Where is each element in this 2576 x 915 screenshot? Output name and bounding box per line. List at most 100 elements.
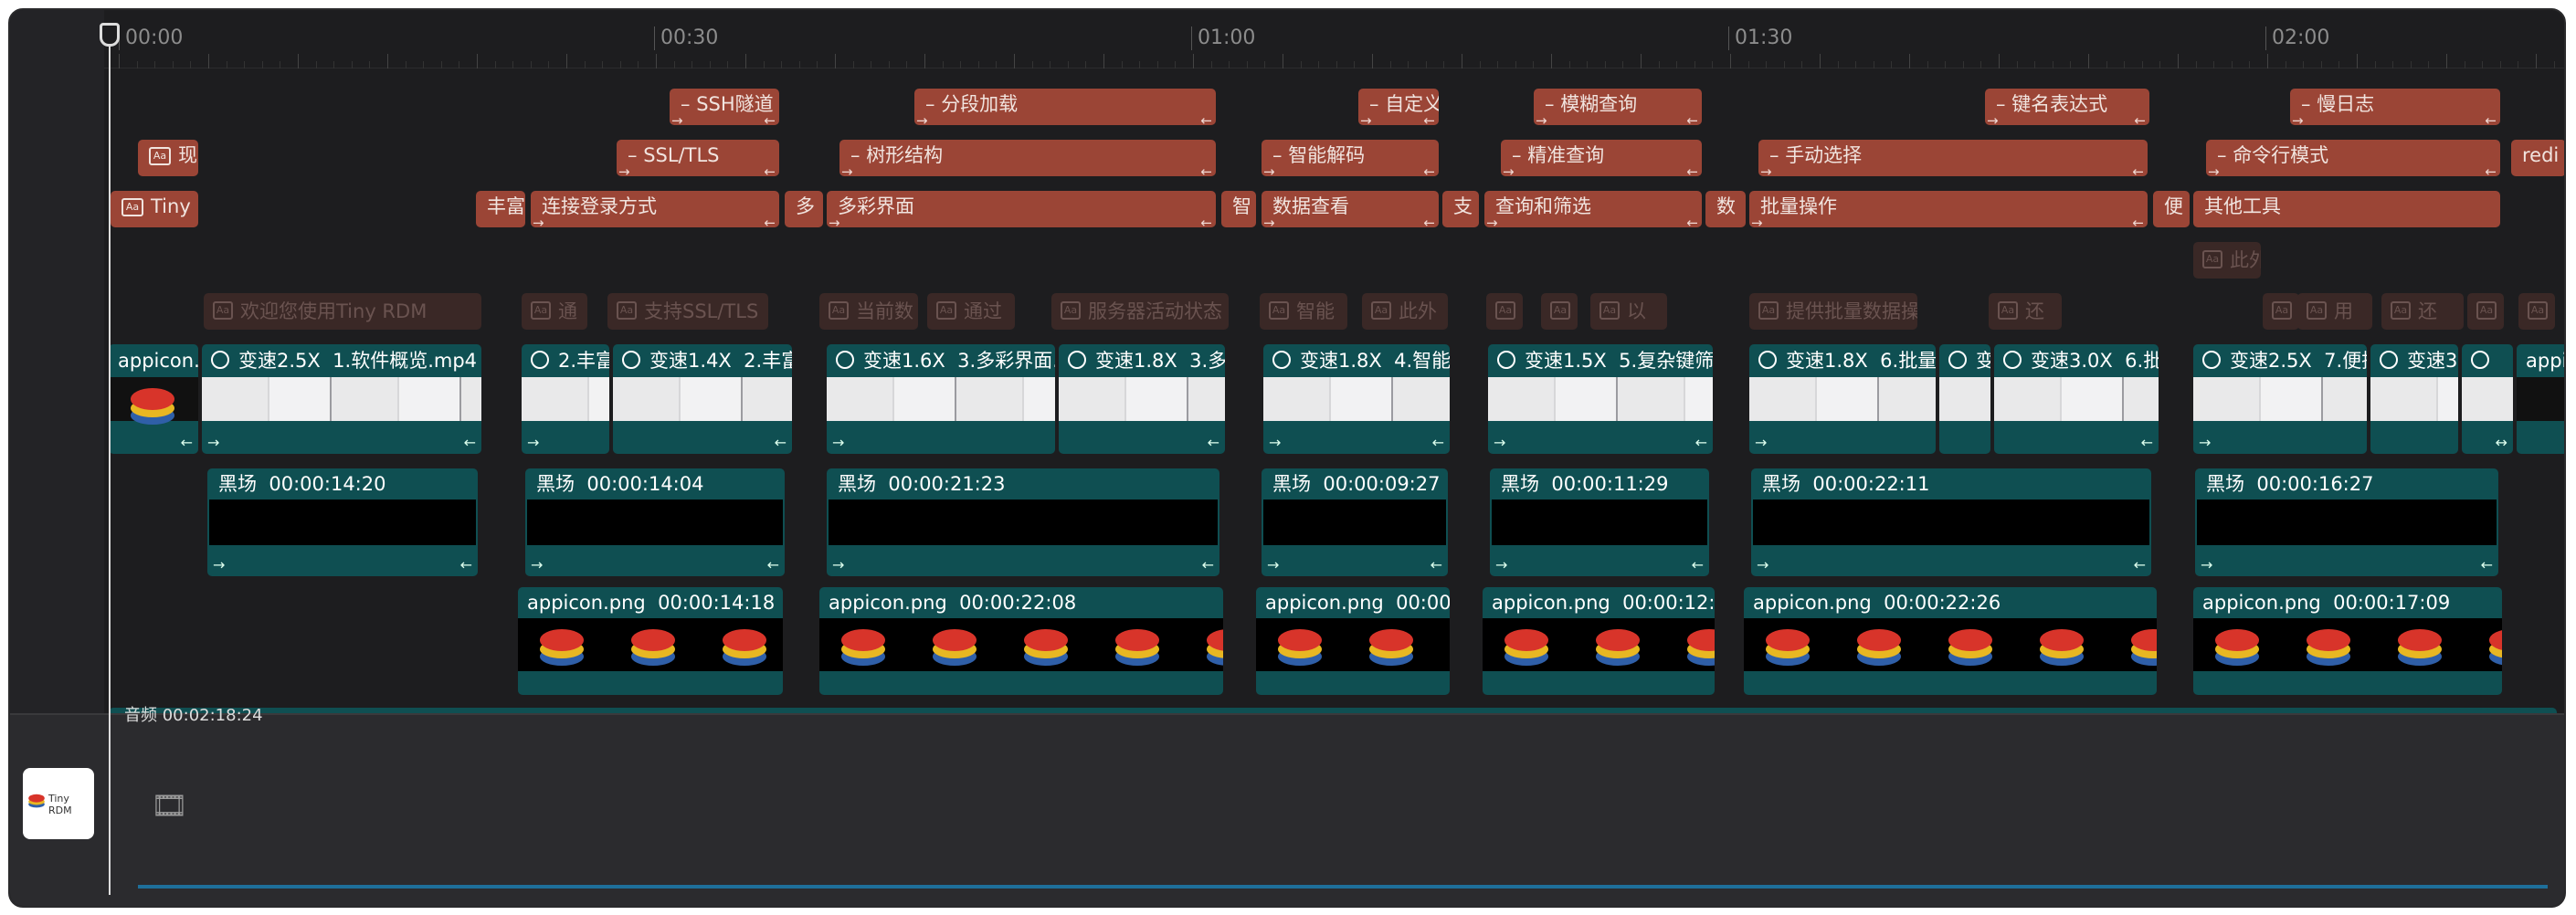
ruler-tick [440,61,442,68]
image-clip[interactable]: appicon.png 00:00:12:16 [1483,587,1715,695]
ruler-tick [1085,61,1087,68]
text-clip[interactable]: 智 [1221,191,1256,227]
disabled-text-clip[interactable]: Aa 智能 [1260,293,1347,330]
video-clip[interactable]: 变速1.8X 3.多彩 ← [1059,344,1225,454]
disabled-text-clip[interactable]: Aa 通过 [927,293,1015,330]
clip-label: appicon.png [2202,592,2321,614]
text-clip[interactable]: 其他工具 [2193,191,2500,227]
black-clip[interactable]: 黑场 00:00:14:04 → ← [525,468,785,576]
black-clip[interactable]: 黑场 00:00:14:20 → ← [207,468,478,576]
clip-label: 变 [1976,350,1990,372]
ruler-tick [1820,54,1821,68]
disabled-text-clip[interactable]: Aa 服务器活动状态 [1051,293,1229,330]
text-clip[interactable]: 多彩界面 → ← [827,191,1216,227]
video-clip[interactable]: appicon.p ← [109,344,198,454]
text-clip[interactable]: 多 [785,191,823,227]
disabled-text-clip[interactable]: Aa 提供批量数据操 [1749,293,1917,330]
clip-duration: 00:00:17:09 [2333,592,2451,614]
image-clip[interactable]: appicon.png 00:00:14:18 [518,587,783,695]
cover-thumbnail[interactable]: Tiny RDM [23,768,94,839]
video-clip[interactable]: 变 [1939,344,1990,454]
text-clip[interactable]: 数 [1705,191,1746,227]
disabled-text-clip[interactable]: Aa 支持SSL/TLS [607,293,768,330]
ruler-label: 00:00 [119,26,183,50]
video-clip[interactable]: 变速3.0X 6.批 ← [1994,344,2159,454]
image-clip[interactable]: appicon.png 00:00:1 [1256,587,1450,695]
disabled-text-clip[interactable]: Aa [1541,293,1578,330]
disabled-text-clip[interactable]: Aa 此外 [2193,242,2261,279]
video-clip[interactable]: 变速1.6X 3.多彩界面.m → [827,344,1055,454]
video-clip[interactable]: 变速1.8X 6.批量 → [1749,344,1936,454]
text-clip[interactable]: – 自定义 → ← [1358,89,1439,125]
video-clip[interactable]: 变速1.5X 5.复杂键筛选 → ← [1488,344,1713,454]
video-clip[interactable]: 变速1.8X 4.智能解 → ← [1263,344,1450,454]
clip-label: Tiny R [151,195,198,217]
text-clip[interactable]: 连接登录方式 → ← [531,191,779,227]
image-strip [1483,618,1715,671]
disabled-text-clip[interactable]: Aa [1486,293,1523,330]
text-clip[interactable]: 数据查看 → ← [1262,191,1439,227]
disabled-text-clip[interactable]: Aa 欢迎您使用Tiny RDM [204,293,481,330]
text-clip[interactable]: – SSL/TLS → ← [617,140,779,176]
text-clip[interactable]: – 智能解码 → ← [1262,140,1439,176]
ruler-tick [1497,61,1499,68]
clip-label: SSL/TLS [643,144,720,166]
black-clip[interactable]: 黑场 00:00:21:23 → ← [827,468,1219,576]
black-clip[interactable]: 黑场 00:00:22:11 → ← [1751,468,2151,576]
text-clip[interactable]: Aa 现 [138,140,198,176]
text-clip[interactable]: – SSH隧道 → ← [670,89,779,125]
video-clip[interactable]: ↔ [2462,344,2513,454]
text-clip[interactable]: – 键名表达式 → ← [1985,89,2149,125]
disabled-text-clip[interactable]: Aa 此外 [1362,293,1448,330]
disabled-text-clip[interactable]: Aa 还 [1989,293,2062,330]
text-clip[interactable]: 查询和筛选 → ← [1484,191,1702,227]
film-icon[interactable]: 🎞 [151,788,188,823]
disabled-text-clip[interactable]: Aa 用 [2297,293,2372,330]
video-clip[interactable]: 2.丰富 → [522,344,609,454]
image-clip[interactable]: appicon.png 00:00:17:09 [2193,587,2502,695]
clip-duration: 00:00:22:11 [1812,473,1930,495]
speed-label: 变速2.5X [238,350,321,372]
video-clip[interactable]: 变速1.4X 2.丰富 ← [613,344,792,454]
playhead-handle[interactable] [100,23,120,47]
video-clip[interactable]: 变速2.5X 1.软件概览.mp4 → ← [202,344,481,454]
text-clip[interactable]: – 精准查询 → ← [1501,140,1702,176]
text-clip[interactable]: – 模糊查询 → ← [1534,89,1702,125]
image-clip[interactable]: appicon.png 00:00:22:08 [819,587,1223,695]
video-clip[interactable]: 变速3 [2370,344,2458,454]
black-clip[interactable]: 黑场 00:00:16:27 → ← [2195,468,2498,576]
text-clip[interactable]: – 树形结构 → ← [839,140,1216,176]
disabled-text-clip[interactable]: Aa [2467,293,2504,330]
ruler-tick [2016,61,2018,68]
time-ruler[interactable]: 00:00 00:30 01:00 01:30 02:00 [104,10,2564,68]
black-clip[interactable]: 黑场 00:00:11:29 → ← [1490,468,1709,576]
speed-gauge-icon [531,351,549,369]
text-clip[interactable]: redi [2511,140,2564,176]
disabled-text-clip[interactable]: Aa [2263,293,2299,330]
text-clip[interactable]: 便 [2153,191,2190,227]
clip-label: 黑场 [1501,473,1539,495]
text-clip[interactable]: – 手动选择 → ← [1758,140,2148,176]
ruler-tick [1443,61,1445,68]
text-clip[interactable]: – 分段加载 → ← [914,89,1216,125]
text-clip[interactable]: Aa Tiny R [111,191,198,227]
disabled-text-clip[interactable]: Aa [2518,293,2555,330]
text-aa-icon: Aa [2307,301,2327,320]
disabled-text-clip[interactable]: Aa 还 [2381,293,2464,330]
disabled-text-clip[interactable]: Aa 当前数 [819,293,918,330]
image-clip[interactable]: appicon.png 00:00:22:26 [1744,587,2157,695]
ruler-tick [1747,61,1749,68]
playhead-line[interactable] [109,23,111,895]
ruler-tick [351,61,353,68]
disabled-text-clip[interactable]: Aa 通 [522,293,587,330]
disabled-text-clip[interactable]: Aa 以 [1590,293,1667,330]
text-clip[interactable]: 批量操作 → ← [1749,191,2148,227]
video-clip[interactable]: 变速2.5X 7.便捷 → [2193,344,2367,454]
black-clip[interactable]: 黑场 00:00:09:27 → ← [1262,468,1448,576]
text-clip[interactable]: 丰富 [476,191,525,227]
text-clip[interactable]: – 命令行模式 → ← [2206,140,2500,176]
ruler-tick [852,61,854,68]
video-clip[interactable]: appic [2517,344,2564,454]
text-clip[interactable]: 支 [1442,191,1479,227]
text-clip[interactable]: – 慢日志 → ← [2290,89,2500,125]
